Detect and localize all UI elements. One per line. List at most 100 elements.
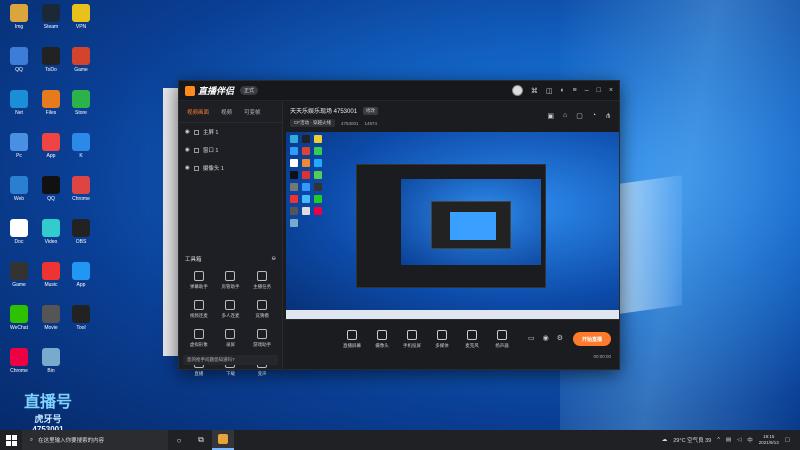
share-icon[interactable]: ⋔ [605, 112, 611, 120]
toolbox-more-icon[interactable]: ⊖ [271, 256, 276, 262]
desktop-icon[interactable]: Img [4, 4, 34, 30]
clock[interactable]: 19:15 2021/9/13 [759, 434, 779, 446]
desktop-icon[interactable]: Game [4, 262, 34, 288]
eye-icon[interactable]: ◉ [185, 147, 190, 153]
tool-item[interactable]: 弹幕助手 [183, 271, 215, 290]
desktop-icon[interactable]: Game [66, 47, 96, 73]
desktop-icon[interactable]: Chrome [4, 348, 34, 374]
taskbar-app-live[interactable] [212, 430, 234, 450]
desktop-icon[interactable]: Files [36, 90, 66, 116]
tool-item[interactable]: 视频连麦 [183, 300, 215, 319]
monitor-icon [193, 129, 199, 135]
bag-icon[interactable]: ◫ [546, 87, 553, 95]
desktop-icon[interactable]: Movie [36, 305, 66, 331]
desktop-icon-label: Video [44, 239, 58, 245]
task-switch-icon[interactable]: ⧉ [190, 430, 212, 450]
notification-icon[interactable]: ▢ [785, 437, 790, 443]
desktop-icon[interactable]: OBS [66, 219, 96, 245]
tool-item[interactable]: 虚拟形象 [183, 329, 215, 348]
tool-item[interactable]: 游戏助手 [246, 329, 278, 348]
chevron-up-icon[interactable]: ^ [717, 437, 720, 443]
avatar[interactable] [511, 85, 523, 96]
menu-icon[interactable]: ≡ [573, 87, 577, 94]
tab-video[interactable]: 视频 [221, 108, 232, 116]
search-box[interactable]: ⌕ 在这里输入你要搜索的内容 [22, 430, 168, 450]
start-live-button[interactable]: 开始直播 [573, 332, 611, 346]
scene-item[interactable]: ◉ 主屏 1 [179, 123, 282, 141]
tool-item[interactable]: 录屏 [215, 329, 247, 348]
scene-item[interactable]: ◉ 摄像头 1 [179, 159, 282, 177]
scene-item[interactable]: ◉ 窗口 1 [179, 141, 282, 159]
desktop-icon[interactable]: QQ [4, 47, 34, 73]
minimize-icon[interactable]: – [585, 87, 589, 94]
skin-icon[interactable]: ◐ [560, 87, 564, 94]
media-button[interactable]: 多媒体 [428, 330, 456, 349]
app-icon [10, 305, 28, 323]
lock-icon[interactable]: ⌂ [563, 112, 567, 120]
notice-bar[interactable]: 您的抢手问题您知道吗? [183, 355, 278, 365]
desktop-icon[interactable]: App [66, 262, 96, 288]
desktop-icon[interactable]: ToDo [36, 47, 66, 73]
desktop-icon[interactable]: Web [4, 176, 34, 202]
taskbar: ⌕ 在这里输入你要搜索的内容 ○ ⧉ ☁ 29°C 空气良 39 ^ ▤ ◁ 中 … [0, 430, 800, 450]
volume-icon[interactable]: ◁ [737, 437, 741, 443]
preview-icon [290, 183, 298, 191]
desktop-icon[interactable]: Tool [66, 305, 96, 331]
preview-icon [290, 135, 298, 143]
preview-icon [290, 207, 298, 215]
desktop-icon[interactable]: Chrome [66, 176, 96, 202]
eye-icon[interactable]: ◉ [543, 334, 549, 342]
desktop-icon[interactable]: Bin [36, 348, 66, 374]
tool-item[interactable]: 多人连麦 [215, 300, 247, 319]
desktop-icon[interactable]: Net [4, 90, 34, 116]
desktop-icon[interactable]: QQ [36, 176, 66, 202]
tool-icon [257, 271, 268, 281]
desktop-icon[interactable]: Doc [4, 219, 34, 245]
version-badge[interactable]: 正式 [240, 86, 259, 95]
eye-icon[interactable]: ◉ [185, 165, 190, 171]
tool-item[interactable]: 竞猜模 [246, 300, 278, 319]
desktop-icon[interactable]: Store [66, 90, 96, 116]
chat-icon[interactable]: ▢ [576, 112, 583, 120]
left-tabs: 视频画面 视频 可变帧 [179, 102, 282, 123]
desktop-icon[interactable]: Video [36, 219, 66, 245]
desktop-icon[interactable]: Steam [36, 4, 66, 30]
speaker-button[interactable]: 扬声器 [488, 330, 516, 349]
desktop-icon[interactable]: VPN [66, 4, 96, 30]
desktop-icon[interactable]: Pc [4, 133, 34, 159]
preview-icon [302, 135, 310, 143]
ime-icon[interactable]: 中 [747, 436, 753, 444]
gift-icon[interactable]: ⌘ [531, 87, 538, 95]
stream-preview[interactable] [286, 132, 619, 320]
phone-cast-button[interactable]: 手机投屏 [398, 330, 426, 349]
close-icon[interactable]: × [609, 87, 613, 94]
desktop-icon[interactable]: Music [36, 262, 66, 288]
eye-icon[interactable]: ◉ [185, 129, 190, 135]
weather-text[interactable]: 29°C 空气良 39 [673, 436, 711, 444]
settings-icon[interactable]: ⚙ [557, 334, 563, 342]
gift-box-icon[interactable]: ▣ [547, 112, 554, 120]
start-button[interactable] [0, 430, 22, 450]
preview-icon [290, 195, 298, 203]
desktop-icon[interactable]: WeChat [4, 305, 34, 331]
network-icon[interactable]: ▤ [726, 437, 731, 443]
live-timer: 00:00:00 [593, 354, 611, 359]
edit-room-button[interactable]: 修改 [363, 106, 379, 115]
desktop-icon[interactable]: App [36, 133, 66, 159]
camera-button[interactable]: 摄像头 [368, 330, 396, 349]
record-icon[interactable]: ▭ [528, 334, 535, 342]
task-view-icon[interactable]: ○ [168, 430, 190, 450]
tool-item[interactable]: 房管助手 [215, 271, 247, 290]
preview-icon [302, 147, 310, 155]
screen-capture-button[interactable]: 直播屏幕 [338, 330, 366, 349]
desktop-icon[interactable]: K [66, 133, 96, 159]
tab-frame[interactable]: 可变帧 [244, 108, 261, 116]
tab-video-scene[interactable]: 视频画面 [187, 108, 209, 116]
tool-label: 变声 [257, 371, 267, 376]
tool-item[interactable]: 主播任务 [246, 271, 278, 290]
app-icon [72, 262, 90, 280]
maximize-icon[interactable]: □ [597, 87, 601, 94]
mic-button[interactable]: 麦克风 [458, 330, 486, 349]
bell-icon[interactable]: ◔ [592, 112, 596, 120]
category-pill[interactable]: CF活动 · 穿越火线 [290, 119, 335, 127]
